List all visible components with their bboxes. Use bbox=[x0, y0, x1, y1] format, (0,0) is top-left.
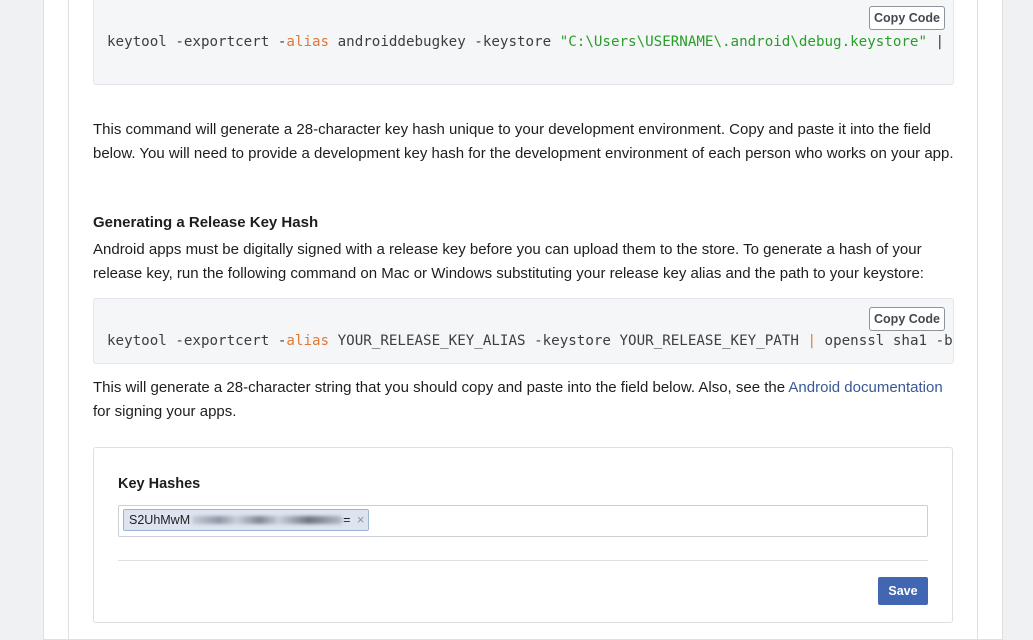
key-hash-token-prefix: S2UhMwM bbox=[129, 513, 191, 527]
signing-note-text: for signing your apps. bbox=[93, 403, 237, 420]
release-keyhash-heading: Generating a Release Key Hash bbox=[93, 214, 319, 231]
copy-code-button[interactable]: Copy Code bbox=[869, 6, 945, 30]
code-text: keytool -exportcert - bbox=[107, 333, 287, 349]
android-documentation-link[interactable]: Android documentation bbox=[788, 379, 942, 396]
code-text: YOUR_RELEASE_KEY_ALIAS -keystore YOUR_RE… bbox=[329, 333, 808, 349]
key-hashes-input[interactable]: S2UhMwM = × bbox=[118, 505, 928, 537]
release-keyhash-command: keytool -exportcert -alias YOUR_RELEASE_… bbox=[107, 333, 953, 349]
form-divider bbox=[118, 560, 928, 561]
key-hash-token-suffix: = bbox=[343, 513, 351, 527]
release-keyhash-code-block: keytool -exportcert -alias YOUR_RELEASE_… bbox=[93, 298, 954, 364]
code-keyword: alias bbox=[286, 34, 330, 50]
code-text: openssl sha1 -bin bbox=[824, 333, 953, 349]
code-text: keytool -exportcert - bbox=[107, 34, 287, 50]
save-button[interactable]: Save bbox=[878, 577, 928, 605]
code-string: "C:\Users\USERNAME\.android\debug.keysto… bbox=[559, 34, 928, 50]
redacted-blur bbox=[192, 516, 343, 524]
remove-token-icon[interactable]: × bbox=[357, 512, 365, 527]
code-text: androiddebugkey -keystore bbox=[329, 34, 560, 50]
debug-keyhash-command: keytool -exportcert -alias androiddebugk… bbox=[107, 34, 954, 50]
release-keyhash-description: Android apps must be digitally signed wi… bbox=[93, 241, 924, 282]
key-hash-token[interactable]: S2UhMwM = × bbox=[123, 509, 370, 531]
code-keyword: alias bbox=[286, 333, 330, 349]
key-hashes-label: Key Hashes bbox=[118, 476, 201, 492]
key-hashes-form: Key Hashes S2UhMwM = × Save bbox=[93, 447, 953, 623]
code-string: "P bbox=[953, 34, 954, 50]
signing-note: This will generate a 28-character string… bbox=[93, 376, 963, 424]
code-pipe: | bbox=[807, 333, 816, 349]
debug-keyhash-code-block: keytool -exportcert -alias androiddebugk… bbox=[93, 0, 954, 85]
code-text: | bbox=[927, 34, 953, 50]
signing-note-text: This will generate a 28-character string… bbox=[93, 379, 789, 396]
debug-keyhash-description: This command will generate a 28-characte… bbox=[93, 121, 954, 162]
copy-code-button[interactable]: Copy Code bbox=[869, 307, 945, 331]
